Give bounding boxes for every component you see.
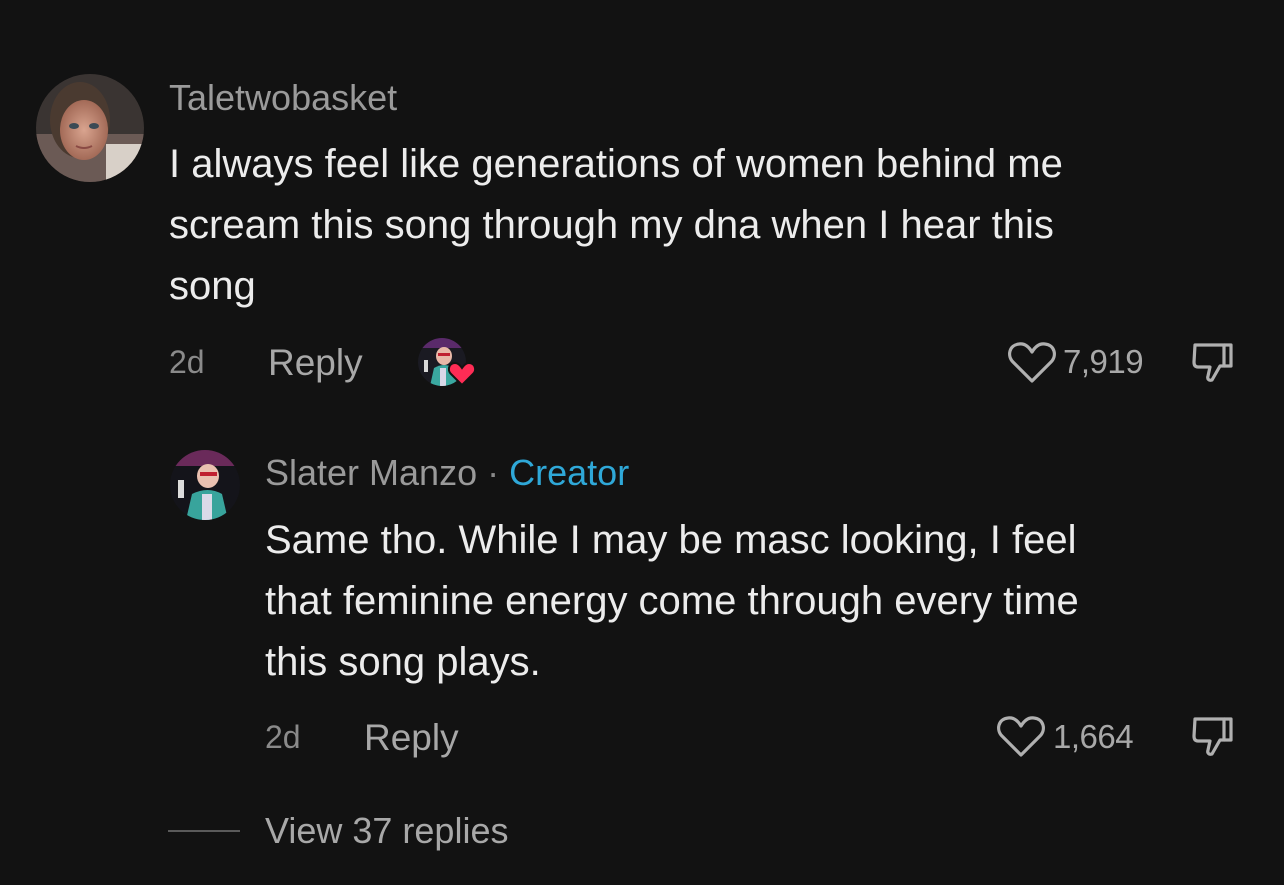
reply-username[interactable]: Slater Manzo · Creator — [265, 455, 629, 491]
reply-text-line: this song plays. — [265, 640, 541, 684]
thumbs-down-icon[interactable] — [1190, 340, 1236, 386]
comment-text: I always feel like generations of women … — [169, 134, 1063, 317]
reply-text: Same tho. While I may be masc looking, I… — [265, 510, 1079, 693]
reply-button[interactable]: Reply — [268, 344, 363, 381]
comment-text-line: scream this song through my dna when I h… — [169, 203, 1054, 247]
reply-button[interactable]: Reply — [364, 719, 459, 756]
comment-text-line: I always feel like generations of women … — [169, 142, 1063, 186]
view-replies-button[interactable]: View 37 replies — [265, 813, 508, 849]
comment-text-line: song — [169, 264, 256, 308]
heart-filled-icon — [448, 361, 476, 386]
separator-dot: · — [487, 452, 500, 493]
avatar[interactable] — [170, 450, 240, 520]
heart-outline-icon[interactable] — [1007, 340, 1057, 384]
heart-outline-icon[interactable] — [996, 714, 1046, 758]
creator-liked-badge — [418, 338, 476, 390]
reply-timestamp: 2d — [265, 719, 301, 755]
reply-text-line: that feminine energy come through every … — [265, 579, 1079, 623]
thumbs-down-icon[interactable] — [1190, 714, 1236, 760]
like-count: 7,919 — [1063, 343, 1144, 380]
avatar[interactable] — [36, 74, 144, 182]
comment-username[interactable]: Taletwobasket — [169, 80, 397, 116]
reply-author-name[interactable]: Slater Manzo — [265, 452, 477, 493]
reply-text-line: Same tho. While I may be masc looking, I… — [265, 518, 1077, 562]
view-replies-divider — [168, 830, 240, 832]
like-count: 1,664 — [1053, 718, 1134, 755]
creator-badge: Creator — [509, 452, 630, 493]
comment-timestamp: 2d — [169, 344, 205, 380]
